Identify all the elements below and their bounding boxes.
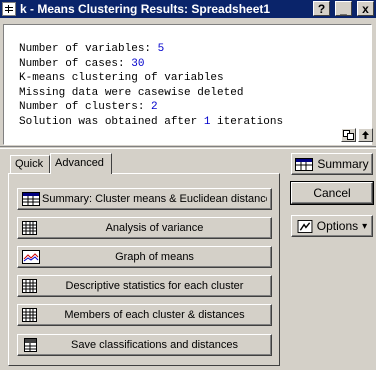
up-arrow-icon	[362, 131, 369, 139]
options-button-label: Options	[316, 219, 359, 233]
output-line-text: Missing data were casewise deleted	[19, 86, 244, 99]
output-line-value: 2	[151, 101, 158, 113]
output-line: Missing data were casewise deleted	[19, 86, 283, 101]
help-button[interactable]: ?	[313, 1, 330, 16]
save-classifications-label: Save classifications and distances	[71, 339, 238, 351]
results-output: Number of variables: 5 Number of cases: 3…	[3, 24, 372, 145]
close-button[interactable]: x	[357, 1, 374, 16]
save-classifications-button[interactable]: Save classifications and distances	[17, 334, 272, 356]
output-line-text: Solution was obtained after	[19, 115, 204, 128]
summary-cluster-means-label: Summary: Cluster means & Euclidean dista…	[42, 193, 267, 205]
tab-quick[interactable]: Quick	[10, 155, 50, 173]
analysis-of-variance-button[interactable]: Analysis of variance	[17, 217, 272, 239]
output-line-text: K-means clustering of variables	[19, 72, 224, 84]
tab-advanced[interactable]: Advanced	[50, 153, 112, 174]
line-graph-icon	[22, 250, 40, 264]
cancel-button-label: Cancel	[313, 186, 351, 200]
splitter[interactable]	[0, 146, 376, 149]
graph-of-means-label: Graph of means	[115, 251, 194, 263]
minimize-button[interactable]: _	[335, 1, 352, 16]
summary-button-label: Summary	[317, 157, 369, 171]
output-line-suffix: iterations	[210, 115, 284, 128]
summary-cluster-means-button[interactable]: Summary: Cluster means & Euclidean dista…	[17, 188, 272, 210]
analysis-of-variance-label: Analysis of variance	[105, 222, 204, 234]
output-line-text: Number of variables:	[19, 43, 158, 55]
members-of-cluster-label: Members of each cluster & distances	[64, 309, 245, 321]
summary-table-icon	[295, 157, 314, 171]
grid-table-icon	[22, 221, 37, 235]
output-line-text: Number of clusters:	[19, 101, 152, 113]
descriptive-statistics-button[interactable]: Descriptive statistics for each cluster	[17, 275, 272, 297]
output-line: Number of clusters: 2	[19, 100, 283, 115]
title-bar: k - Means Clustering Results: Spreadshee…	[0, 0, 376, 18]
output-line: Solution was obtained after 1 iterations	[19, 115, 283, 130]
output-line-text: Number of cases:	[19, 57, 132, 70]
members-of-cluster-button[interactable]: Members of each cluster & distances	[17, 304, 272, 326]
descriptive-statistics-label: Descriptive statistics for each cluster	[65, 280, 244, 292]
cancel-button[interactable]: Cancel	[290, 181, 374, 205]
output-line: Number of variables: 5	[19, 42, 283, 57]
graph-of-means-button[interactable]: Graph of means	[17, 246, 272, 268]
copy-button[interactable]	[341, 128, 356, 142]
results-text: Number of variables: 5 Number of cases: 3…	[19, 42, 283, 129]
output-line-value: 5	[157, 43, 165, 55]
grid-table-icon	[22, 279, 37, 293]
copy-icon	[343, 130, 354, 140]
summary-table-icon	[22, 192, 40, 206]
options-button[interactable]: Options ▾	[291, 215, 373, 237]
expand-output-button[interactable]	[358, 128, 373, 142]
window-title: k - Means Clustering Results: Spreadshee…	[20, 2, 271, 16]
summary-button[interactable]: Summary	[291, 153, 373, 175]
output-line: Number of cases: 30	[19, 57, 283, 72]
save-data-icon	[24, 338, 37, 352]
output-line: K-means clustering of variables	[19, 71, 283, 86]
grid-table-icon	[22, 308, 37, 322]
output-line-value: 30	[131, 57, 145, 70]
options-icon	[297, 219, 313, 233]
dropdown-arrow-icon: ▾	[362, 220, 368, 232]
spreadsheet-icon	[2, 2, 16, 16]
